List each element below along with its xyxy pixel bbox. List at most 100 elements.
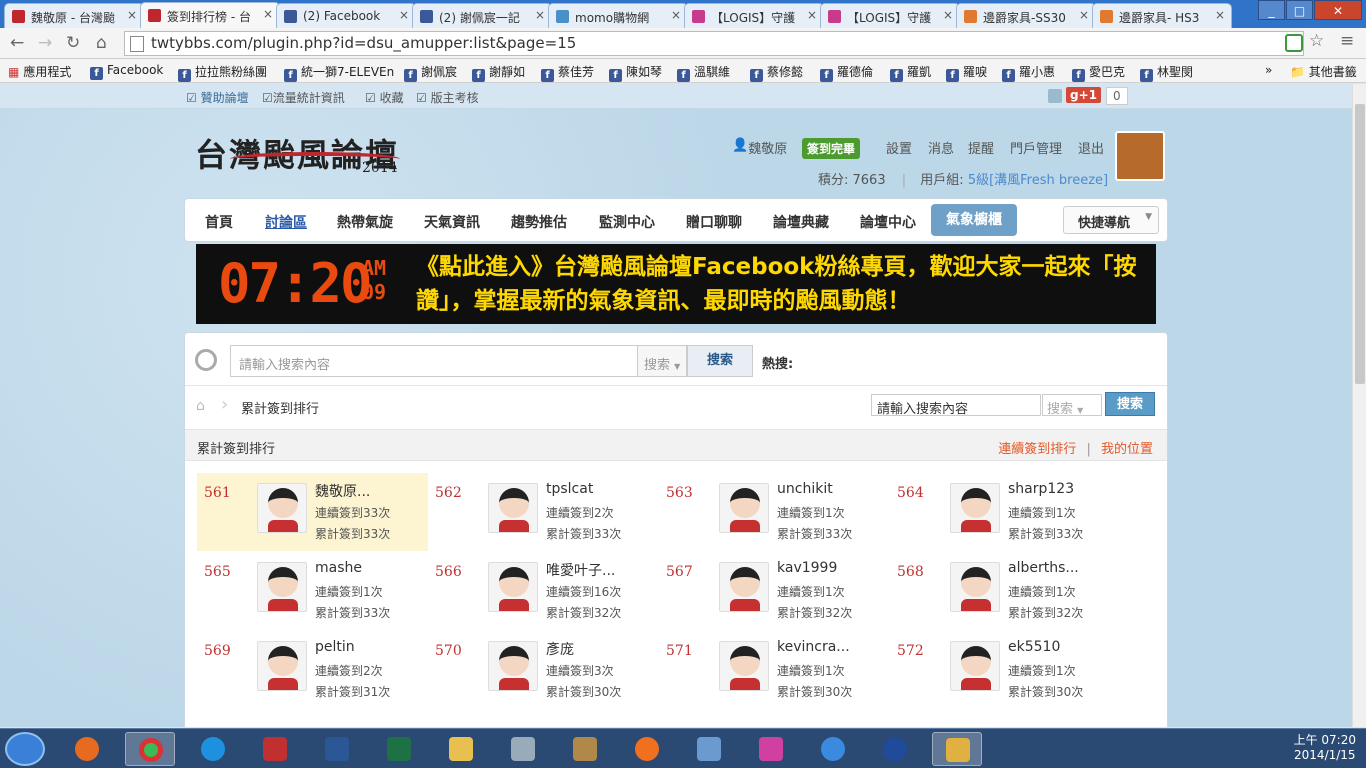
bookmark-item[interactable]: f 羅小惠 xyxy=(1002,63,1055,82)
bookmark-item[interactable]: f 拉拉熊粉絲團 xyxy=(178,63,267,82)
close-icon[interactable]: × xyxy=(263,7,273,21)
bookmark-item[interactable]: f 羅德倫 xyxy=(820,63,873,82)
scrollbar-thumb[interactable] xyxy=(1355,104,1365,384)
page-scrollbar[interactable] xyxy=(1352,84,1366,727)
user-avatar[interactable] xyxy=(257,641,307,691)
nav-item[interactable]: 監測中心 xyxy=(599,212,655,232)
browser-tab[interactable]: 邊爵家具-SS30 × xyxy=(956,3,1096,28)
taskbar-rubik[interactable] xyxy=(746,732,796,766)
taskbar-network[interactable] xyxy=(684,732,734,766)
signed-badge[interactable]: 簽到完畢 xyxy=(802,138,861,159)
username-link[interactable]: 彥庞 xyxy=(546,639,574,659)
username-link[interactable]: ek5510 xyxy=(1008,639,1060,655)
gplus-button[interactable]: g+1 xyxy=(1066,87,1101,103)
minimize-button[interactable]: _ xyxy=(1258,0,1285,20)
username-link[interactable]: unchikit xyxy=(777,481,833,497)
topbar-link-moderator[interactable]: ☑ 版主考核 xyxy=(416,89,479,106)
bookmark-item[interactable]: f 林聖閔 xyxy=(1140,63,1193,82)
share-icon[interactable] xyxy=(1048,89,1062,103)
bookmark-item[interactable]: f 謝佩宸 xyxy=(404,63,457,82)
nav-item[interactable]: 天氣資訊 xyxy=(424,212,480,232)
user-avatar[interactable] xyxy=(257,562,307,612)
user-avatar[interactable] xyxy=(719,562,769,612)
bookmark-item[interactable]: f 謝靜如 xyxy=(472,63,525,82)
username-link[interactable]: mashe xyxy=(315,560,362,576)
messages-link[interactable]: 消息 xyxy=(928,138,954,157)
facebook-banner[interactable]: 07:20 AM 09 《點此進入》台灣颱風論壇Facebook粉絲專頁，歡迎大家… xyxy=(196,244,1156,324)
topbar-link-stats[interactable]: ☑流量統計資訊 xyxy=(262,89,345,106)
nav-item-active[interactable]: 氣象櫥櫃 xyxy=(931,204,1017,236)
close-icon[interactable]: × xyxy=(127,8,137,22)
user-avatar[interactable] xyxy=(950,483,1000,533)
extension-icon[interactable] xyxy=(1285,34,1303,52)
nav-item[interactable]: 討論區 xyxy=(265,212,307,232)
avatar[interactable] xyxy=(1115,131,1165,181)
close-icon[interactable]: × xyxy=(671,8,681,22)
user-avatar[interactable] xyxy=(950,641,1000,691)
username-link[interactable]: sharp123 xyxy=(1008,481,1074,497)
other-bookmarks[interactable]: 📁 其他書籤 xyxy=(1290,63,1357,80)
close-icon[interactable]: × xyxy=(399,8,409,22)
logout-link[interactable]: 退出 xyxy=(1078,138,1104,157)
nav-item[interactable]: 趨勢推估 xyxy=(511,212,567,232)
start-button[interactable] xyxy=(5,732,45,766)
home-icon[interactable]: ⌂ xyxy=(196,398,205,414)
taskbar-earth[interactable] xyxy=(870,732,920,766)
nav-item[interactable]: 熱帶氣旋 xyxy=(337,212,393,232)
bookmark-item[interactable]: f 羅凱 xyxy=(890,63,931,82)
search-input[interactable]: 請輸入搜索內容 xyxy=(230,345,640,377)
taskbar-excel[interactable] xyxy=(374,732,424,766)
browser-tab[interactable]: (2) Facebook × xyxy=(276,3,416,28)
settings-link[interactable]: 設置 xyxy=(886,138,912,157)
browser-tab[interactable]: 【LOGIS】守護 × xyxy=(684,3,824,28)
user-avatar[interactable] xyxy=(488,562,538,612)
star-icon[interactable]: ☆ xyxy=(1309,31,1324,51)
bookmarks-more[interactable]: » xyxy=(1265,63,1272,77)
taskbar-avast[interactable] xyxy=(622,732,672,766)
system-clock[interactable]: 上午 07:20 2014/1/15 xyxy=(1294,733,1356,763)
username-link[interactable]: 唯愛叶子... xyxy=(546,560,615,580)
taskbar-word[interactable] xyxy=(312,732,362,766)
quick-nav-button[interactable]: 快捷導航 ▼ xyxy=(1063,206,1159,234)
close-icon[interactable]: × xyxy=(943,8,953,22)
browser-tab[interactable]: 邊爵家具- HS3 × xyxy=(1092,3,1232,28)
username-link[interactable]: kav1999 xyxy=(777,560,837,576)
close-icon[interactable]: × xyxy=(807,8,817,22)
user-avatar[interactable] xyxy=(488,483,538,533)
topbar-link-favorite[interactable]: ☑ 收藏 xyxy=(365,89,404,106)
username-link[interactable]: peltin xyxy=(315,639,355,655)
my-position-link[interactable]: 我的位置 xyxy=(1101,442,1153,457)
bookmark-item[interactable]: ▦ 應用程式 xyxy=(8,63,71,80)
bookmark-item[interactable]: f 羅唳 xyxy=(946,63,987,82)
bookmark-item[interactable]: f 陳如琴 xyxy=(609,63,662,82)
user-avatar[interactable] xyxy=(257,483,307,533)
bookmark-item[interactable]: f 蔡佳芳 xyxy=(541,63,594,82)
search-button-secondary[interactable]: 搜索 xyxy=(1105,392,1155,416)
back-icon[interactable]: ← xyxy=(10,33,24,53)
user-avatar[interactable] xyxy=(719,483,769,533)
notifications-link[interactable]: 提醒 xyxy=(968,138,994,157)
bookmark-item[interactable]: f 統一獅7-ELEVEn xyxy=(284,63,394,82)
search-type-select-secondary[interactable]: 搜索 ▼ xyxy=(1042,394,1102,417)
nav-item[interactable]: 論壇典藏 xyxy=(773,212,829,232)
taskbar-chrome[interactable] xyxy=(125,732,175,766)
address-bar[interactable]: twtybbs.com/plugin.php?id=dsu_amupper:li… xyxy=(124,31,1304,56)
nav-item[interactable]: 首頁 xyxy=(205,212,233,232)
username-link[interactable]: kevincra... xyxy=(777,639,850,655)
browser-tab[interactable]: (2) 謝佩宸一記 × xyxy=(412,3,552,28)
bookmark-item[interactable]: f 溫騏維 xyxy=(677,63,730,82)
taskbar-ie[interactable] xyxy=(188,732,238,766)
menu-icon[interactable]: ≡ xyxy=(1340,31,1354,51)
nav-item[interactable]: 論壇中心 xyxy=(860,212,916,232)
username-link[interactable]: alberths... xyxy=(1008,560,1079,576)
search-type-select[interactable]: 搜索 ▼ xyxy=(637,345,687,377)
taskbar-paint[interactable] xyxy=(932,732,982,766)
taskbar-archive[interactable] xyxy=(560,732,610,766)
search-input-secondary[interactable]: 請輸入搜索內容 xyxy=(871,394,1041,417)
close-icon[interactable]: × xyxy=(1215,8,1225,22)
taskbar-itunes[interactable] xyxy=(808,732,858,766)
close-icon[interactable]: × xyxy=(535,8,545,22)
home-icon[interactable]: ⌂ xyxy=(96,33,107,53)
close-window-button[interactable]: ✕ xyxy=(1314,0,1362,20)
nav-item[interactable]: 贈口聊聊 xyxy=(686,212,742,232)
